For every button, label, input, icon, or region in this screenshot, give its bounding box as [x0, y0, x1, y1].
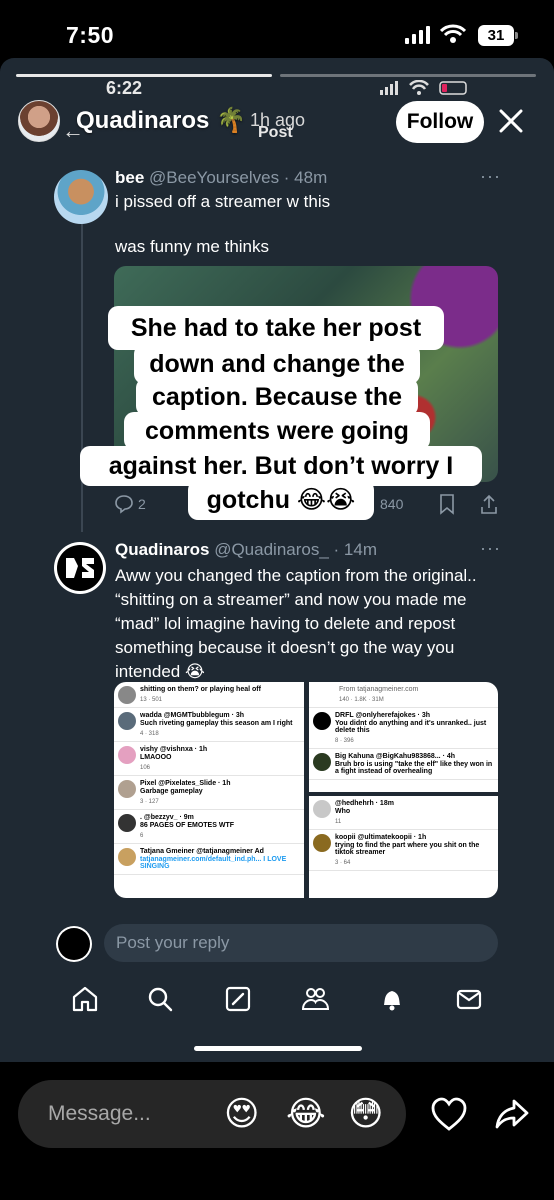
close-icon[interactable] — [496, 104, 526, 138]
collage-right-top: From tatjanagmeiner.com 140 · 1.8K · 31M … — [309, 682, 498, 792]
avatar[interactable] — [54, 170, 108, 224]
emoji-reaction-button[interactable]: 😍 — [224, 1094, 259, 1134]
author-handle: @Quadinaros_ · 14m — [214, 540, 377, 559]
list-item: From tatjanagmeiner.com 140 · 1.8K · 31M — [309, 682, 498, 708]
thread-line — [81, 222, 83, 532]
author-handle: @BeeYourselves · 48m — [149, 168, 328, 187]
story-avatar[interactable] — [18, 100, 60, 142]
emoji-reaction-button[interactable]: 😂 — [286, 1094, 326, 1134]
communities-icon[interactable] — [300, 984, 330, 1014]
home-indicator — [194, 1046, 362, 1051]
reply-icon — [115, 495, 133, 514]
send-icon[interactable] — [494, 1097, 530, 1131]
follow-button[interactable]: Follow — [396, 101, 484, 143]
tweet-text: something because it doesn’t go the way … — [115, 638, 455, 657]
notifications-icon[interactable] — [377, 984, 407, 1014]
story-progress-bar — [16, 74, 272, 77]
more-dots-icon[interactable]: ··· — [480, 538, 501, 559]
compose-icon[interactable] — [223, 984, 253, 1014]
inner-status-time: 6:22 — [106, 78, 143, 98]
author-name: Quadinaros — [115, 540, 210, 559]
status-bar: 7:50 31 — [0, 0, 554, 60]
reply-action[interactable]: 2 — [114, 492, 146, 516]
list-item: wadda @MGMTbubblegum · 3h Such riveting g… — [114, 708, 304, 742]
tweet-author[interactable]: Quadinaros @Quadinaros_ · 14m — [115, 540, 377, 560]
views-action[interactable]: 840 — [380, 492, 403, 516]
tweet-text: i pissed off a streamer w this — [115, 192, 331, 211]
tweet-text: was funny me thinks — [115, 237, 270, 256]
more-dots-icon[interactable]: ··· — [480, 166, 501, 187]
logo-icon — [66, 558, 94, 578]
list-item: DRFL @onlyherefajokes · 3h You didnt do a… — [309, 708, 498, 749]
caption-line: caption. Because the — [136, 378, 418, 416]
inner-status-icons — [380, 80, 467, 95]
tweet-text: “shitting on a streamer” and now you mad… — [115, 590, 467, 609]
list-item: shitting on them? or playing heal off 13 … — [114, 682, 304, 708]
list-item: Big Kahuna @BigKahu983868... · 4h Bruh br… — [309, 749, 498, 780]
post-title: Post — [258, 124, 293, 141]
story-username-text: Quadinaros — [76, 107, 210, 134]
tweet-author[interactable]: bee @BeeYourselves · 48m — [115, 168, 327, 188]
caption-line: comments were going — [124, 412, 430, 450]
list-item: @hedhehrh · 18m Who 11 — [309, 796, 498, 830]
avatar[interactable] — [56, 926, 92, 962]
home-icon[interactable] — [70, 984, 100, 1014]
bottom-nav — [60, 982, 500, 1016]
messages-icon[interactable] — [454, 984, 484, 1014]
emoji-reaction-button[interactable]: 😳 — [348, 1094, 383, 1134]
screenshot-collage[interactable]: shitting on them? or playing heal off 13 … — [114, 682, 498, 898]
story-username[interactable]: Quadinaros 🌴 — [76, 106, 246, 135]
list-item: Pixel @Pixelates_Slide · 1h Garbage gamep… — [114, 776, 304, 810]
list-item: vishy @vishnxa · 1h LMAOOO 106 — [114, 742, 304, 776]
collage-left: shitting on them? or playing heal off 13 … — [114, 682, 304, 898]
tweet-text: Aww you changed the caption from the ori… — [115, 566, 477, 585]
list-item: . @bezzyv_ · 9m 86 PAGES OF EMOTES WTF 6 — [114, 810, 304, 844]
wifi-icon — [440, 24, 466, 43]
list-item: koopii @ultimatekoopii · 1h trying to fin… — [309, 830, 498, 871]
avatar[interactable] — [54, 542, 106, 594]
author-name: bee — [115, 168, 145, 187]
reply-input[interactable]: Post your reply — [104, 924, 498, 962]
collage-right-bottom: @hedhehrh · 18m Who 11 koopii @ultimatekoo… — [309, 796, 498, 898]
list-item: Tatjana Gmeiner @tatjanagmeiner Ad tatjan… — [114, 844, 304, 875]
share-icon[interactable] — [480, 492, 498, 516]
palm-emoji: 🌴 — [216, 107, 246, 134]
message-placeholder: Message... — [48, 1102, 151, 1125]
bookmark-icon[interactable] — [438, 492, 456, 516]
status-time: 7:50 — [66, 22, 115, 48]
heart-icon[interactable] — [430, 1096, 468, 1132]
view-count: 840 — [380, 496, 404, 512]
signal-icon — [405, 26, 430, 44]
tweet-actions: 2 840 — [114, 492, 498, 516]
reply-count: 2 — [138, 496, 146, 512]
tweet-text: intended 😭 — [115, 662, 205, 681]
search-icon[interactable] — [145, 984, 175, 1014]
story-progress-bar — [280, 74, 536, 77]
tweet-text: “mad” lol imagine having to delete and r… — [115, 614, 456, 633]
battery-icon: 31 — [478, 25, 518, 46]
